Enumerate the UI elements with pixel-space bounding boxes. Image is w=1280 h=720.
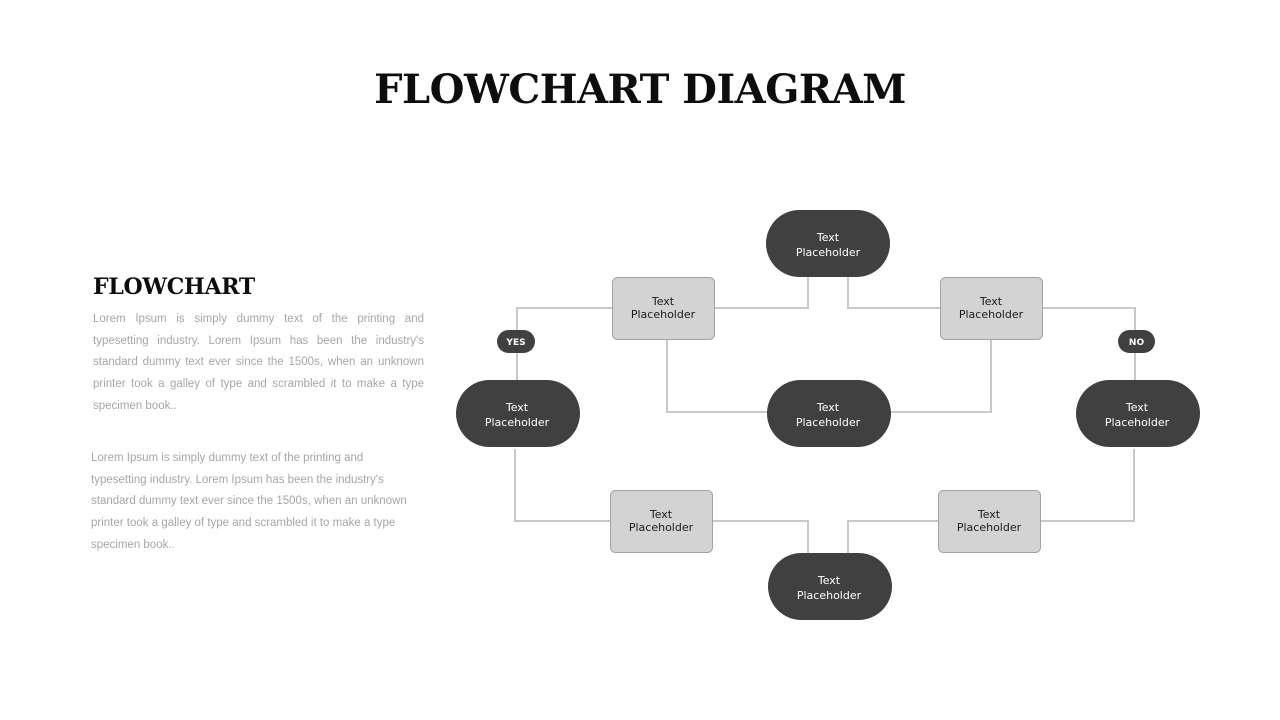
badge-label: NO	[1129, 338, 1145, 348]
node-top[interactable]: Text Placeholder	[766, 210, 890, 277]
node-upper-right[interactable]: Text Placeholder	[940, 277, 1043, 340]
connector-lower-left-to-bottom	[712, 520, 809, 554]
node-label-line-1: Text	[977, 508, 1001, 521]
connector-top-to-upper-left	[714, 277, 809, 309]
node-label-line-2: Placeholder	[796, 246, 861, 259]
node-label-line-1: Text	[505, 401, 529, 414]
node-label-line-1: Text	[649, 508, 673, 521]
node-label-line-2: Placeholder	[631, 308, 696, 321]
node-label-line-2: Placeholder	[1105, 416, 1170, 429]
node-lower-right[interactable]: Text Placeholder	[938, 490, 1041, 553]
node-label-line-2: Placeholder	[957, 521, 1022, 534]
node-center[interactable]: Text Placeholder	[767, 380, 891, 447]
node-label-line-1: Text	[816, 231, 840, 244]
no-badge: NO	[1118, 330, 1155, 353]
node-label-line-1: Text	[1125, 401, 1149, 414]
node-upper-left[interactable]: Text Placeholder	[612, 277, 715, 340]
node-label-line-2: Placeholder	[796, 416, 861, 429]
node-label-line-1: Text	[651, 295, 675, 308]
node-label-line-2: Placeholder	[629, 521, 694, 534]
connector-upper-left-to-center	[666, 339, 768, 413]
connector-right-to-lower-right	[1040, 449, 1135, 522]
node-label-line-2: Placeholder	[959, 308, 1024, 321]
node-lower-left[interactable]: Text Placeholder	[610, 490, 713, 553]
node-label-line-1: Text	[816, 401, 840, 414]
node-left[interactable]: Text Placeholder	[456, 380, 580, 447]
flowchart-diagram: Text Placeholder Text Placeholder Text P…	[456, 210, 1200, 620]
node-label-line-2: Placeholder	[485, 416, 550, 429]
badge-label: YES	[505, 338, 525, 348]
node-label-line-2: Placeholder	[797, 589, 862, 602]
connector-lower-right-to-bottom	[847, 520, 939, 554]
connector-upper-right-to-center	[890, 339, 992, 413]
connector-top-to-upper-right	[847, 277, 941, 309]
connector-left-to-lower-left	[514, 449, 611, 522]
node-label-line-1: Text	[817, 574, 841, 587]
node-label-line-1: Text	[979, 295, 1003, 308]
node-bottom[interactable]: Text Placeholder	[768, 553, 892, 620]
node-right[interactable]: Text Placeholder	[1076, 380, 1200, 447]
yes-badge: YES	[497, 330, 535, 353]
